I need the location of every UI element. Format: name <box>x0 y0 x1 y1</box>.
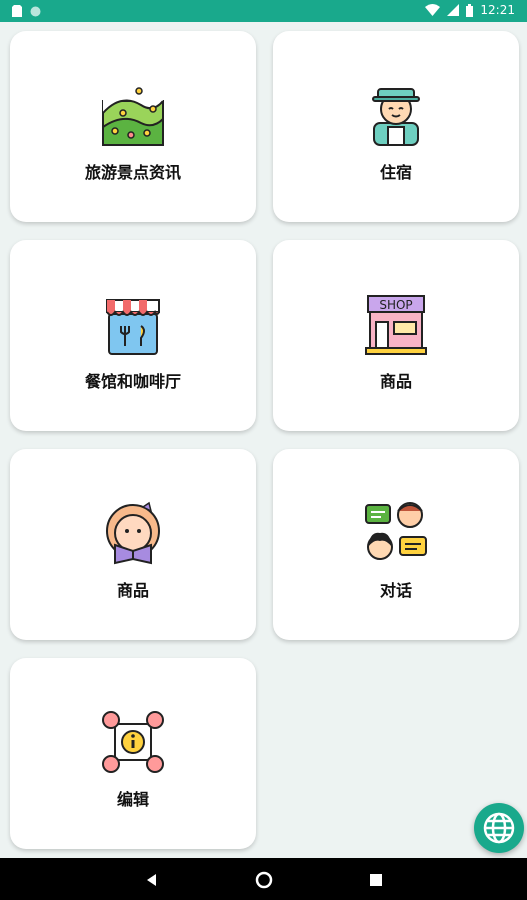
card-label: 编辑 <box>116 790 149 809</box>
navigation-bar <box>0 858 527 900</box>
card-restaurants[interactable]: 餐馆和咖啡厅 <box>10 240 256 431</box>
card-conversation[interactable]: 对话 <box>273 449 519 640</box>
card-label: 旅游景点资讯 <box>84 163 181 182</box>
conversation-icon <box>365 502 427 560</box>
sim-card-icon <box>12 5 22 17</box>
card-edit[interactable]: 编辑 <box>10 658 256 849</box>
language-fab[interactable] <box>474 803 524 853</box>
traveler-icon <box>372 88 420 146</box>
signal-icon <box>447 4 460 16</box>
globe-icon <box>483 812 515 844</box>
card-label: 商品 <box>116 581 149 600</box>
status-time: 12:21 <box>480 3 515 17</box>
battery-icon <box>466 3 474 17</box>
card-label: 住宿 <box>379 163 412 182</box>
shop-icon: SHOP <box>365 295 427 355</box>
circle-notification-icon <box>30 6 41 16</box>
recent-apps-icon[interactable] <box>366 870 386 890</box>
home-icon[interactable] <box>254 870 274 890</box>
card-products[interactable]: 商品 <box>10 449 256 640</box>
back-icon[interactable] <box>142 870 162 890</box>
network-info-icon <box>102 711 164 773</box>
card-label: 餐馆和咖啡厅 <box>84 372 181 391</box>
reading-girl-icon <box>106 501 160 565</box>
card-attractions[interactable]: 旅游景点资讯 <box>10 31 256 222</box>
card-accommodation[interactable]: 住宿 <box>273 31 519 222</box>
svg-text:SHOP: SHOP <box>379 298 412 312</box>
card-label: 对话 <box>379 581 412 600</box>
restaurant-icon <box>106 299 160 355</box>
landscape-icon <box>102 85 164 146</box>
wifi-icon <box>425 4 441 16</box>
status-bar: 12:21 <box>0 0 527 22</box>
card-label: 商品 <box>379 372 412 391</box>
card-shop[interactable]: SHOP 商品 <box>273 240 519 431</box>
